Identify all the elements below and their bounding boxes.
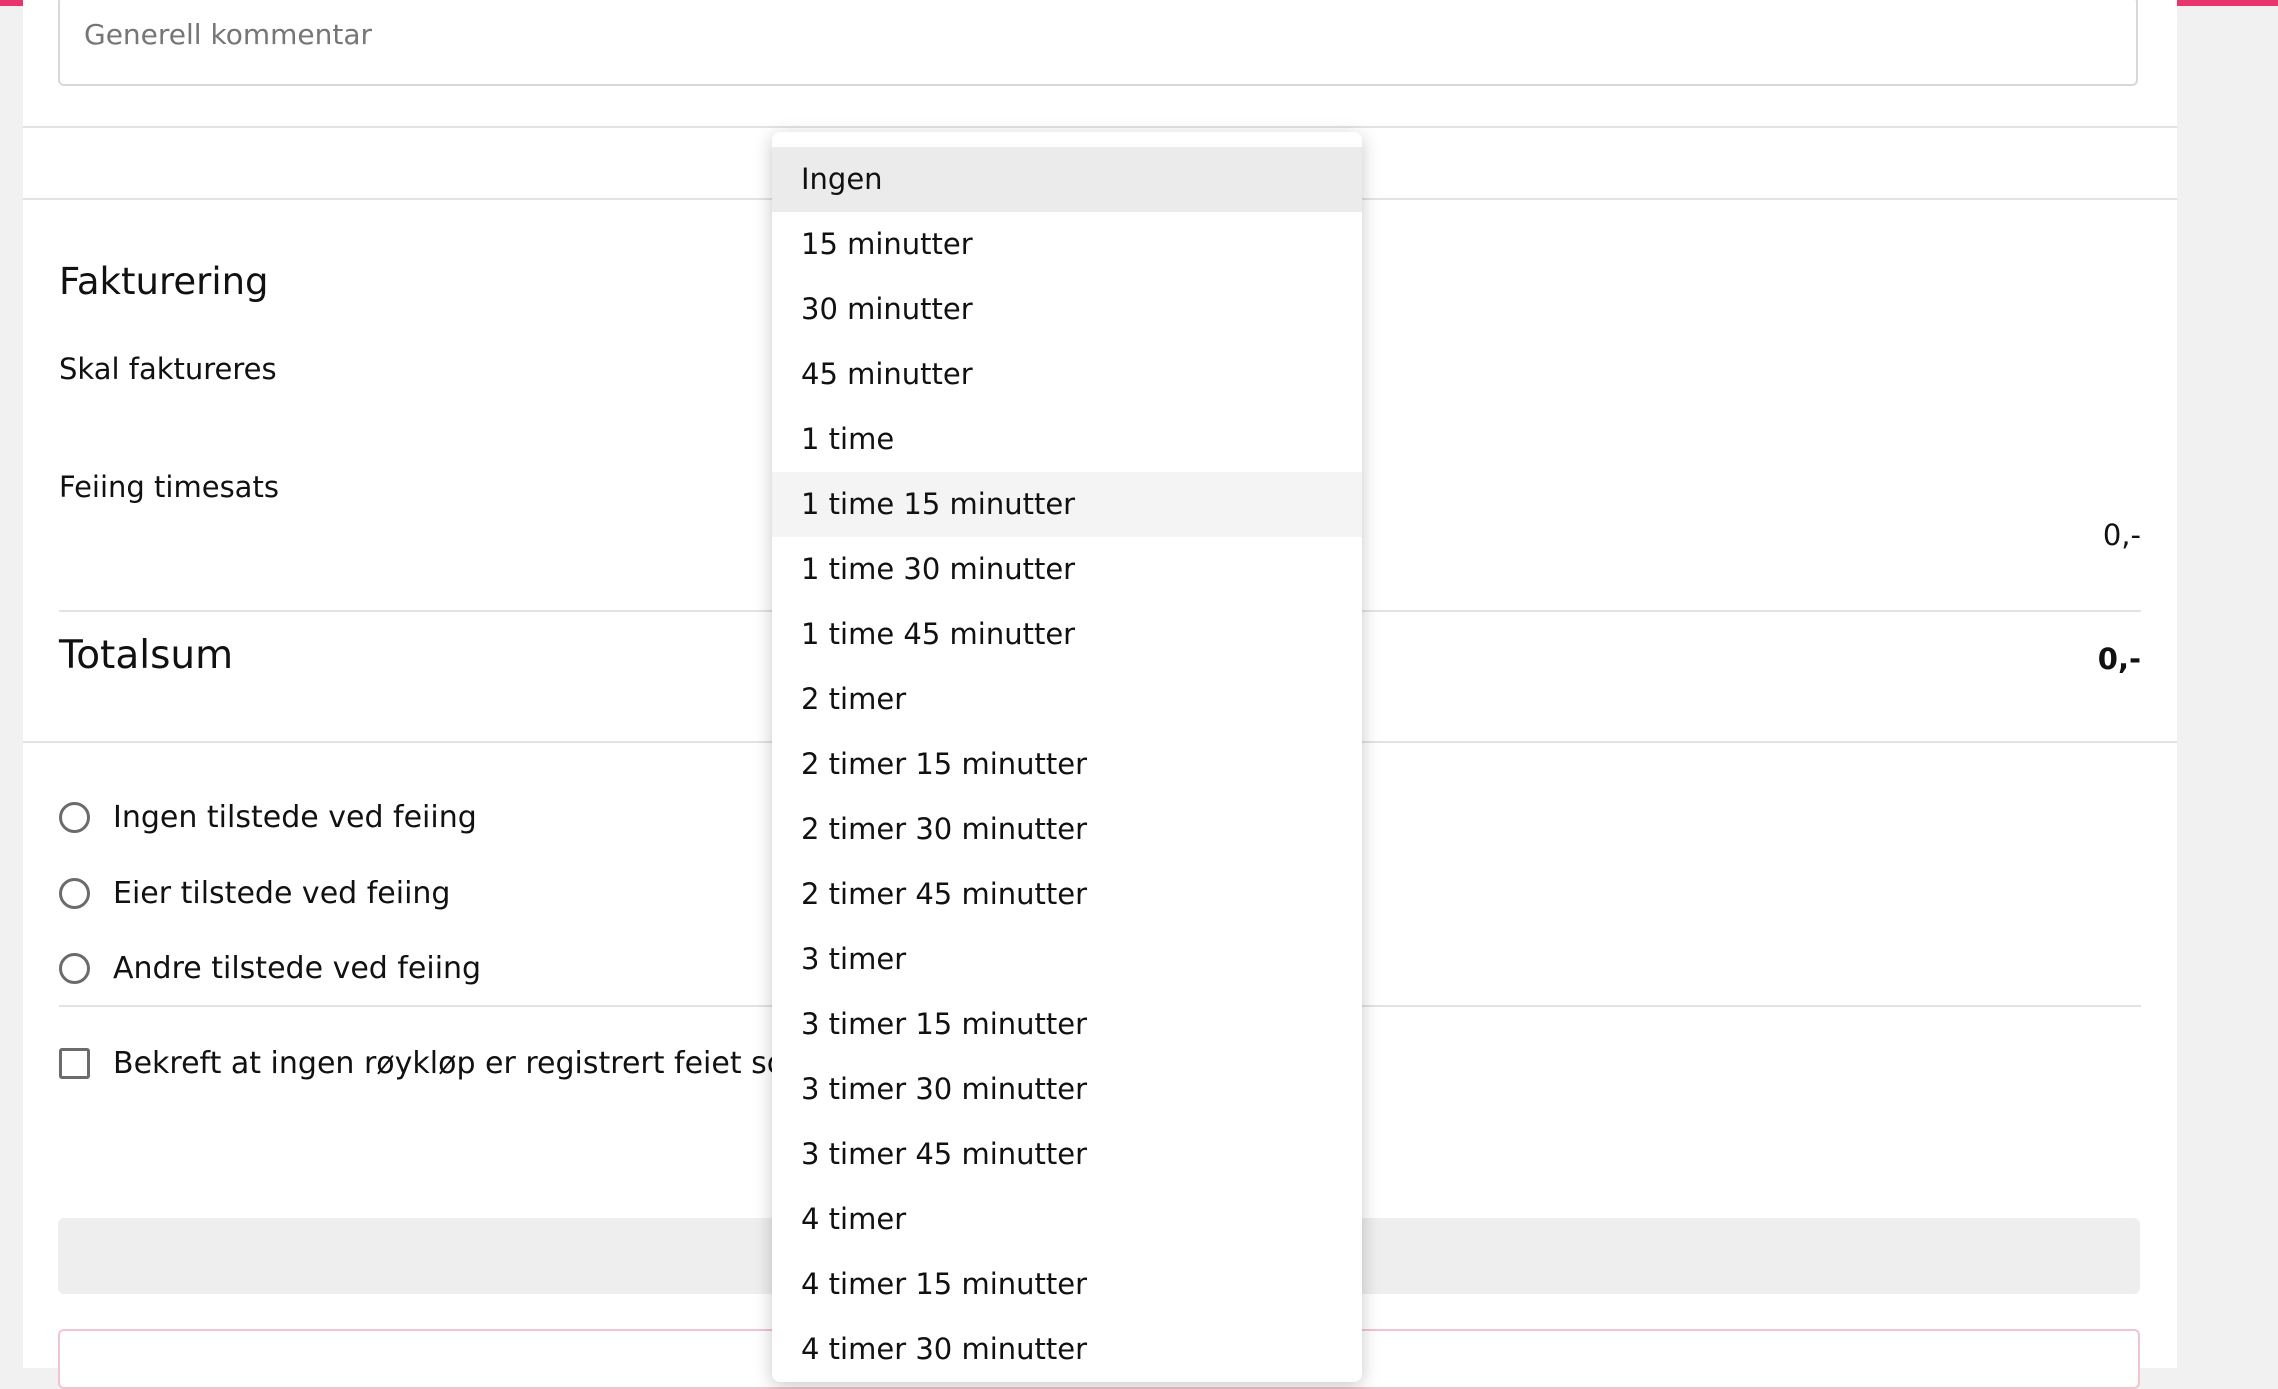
dropdown-option[interactable]: 1 time (772, 407, 1362, 472)
confirm-checkbox-row[interactable]: Bekreft at ingen røykløp er registrert f… (59, 1046, 855, 1081)
confirm-checkbox[interactable] (59, 1048, 90, 1079)
dropdown-option[interactable]: 15 minutter (772, 212, 1362, 277)
dropdown-option[interactable]: 30 minutter (772, 277, 1362, 342)
total-label: Totalsum (59, 633, 234, 678)
general-comment-input[interactable]: Generell kommentar (58, 0, 2138, 86)
dropdown-option[interactable]: 2 timer (772, 667, 1362, 732)
hourly-rate-label: Feiing timesats (59, 470, 279, 504)
dropdown-option[interactable]: 1 time 30 minutter (772, 537, 1362, 602)
billing-section-title: Fakturering (59, 260, 269, 303)
dropdown-option[interactable]: 3 timer (772, 927, 1362, 992)
dropdown-option[interactable]: 4 timer (772, 1187, 1362, 1252)
dropdown-option[interactable]: 45 minutter (772, 342, 1362, 407)
radio-option-owner-present[interactable]: Eier tilstede ved feiing (59, 876, 450, 911)
dropdown-option[interactable]: 2 timer 45 minutter (772, 862, 1362, 927)
general-comment-placeholder: Generell kommentar (84, 18, 372, 51)
hourly-rate-amount: 0,- (2102, 518, 2141, 552)
dropdown-option[interactable]: 3 timer 15 minutter (772, 992, 1362, 1057)
radio-option-others-present[interactable]: Andre tilstede ved feiing (59, 951, 481, 986)
should-invoice-label: Skal faktureres (59, 352, 277, 386)
dropdown-option[interactable]: 3 timer 45 minutter (772, 1122, 1362, 1187)
dropdown-option[interactable]: Ingen (772, 147, 1362, 212)
radio-label: Ingen tilstede ved feiing (113, 800, 477, 835)
radio-button[interactable] (59, 878, 90, 909)
radio-button[interactable] (59, 953, 90, 984)
dropdown-option[interactable]: 3 timer 30 minutter (772, 1057, 1362, 1122)
dropdown-option[interactable]: 2 timer 15 minutter (772, 732, 1362, 797)
dropdown-option[interactable]: 4 timer 30 minutter (772, 1317, 1362, 1382)
radio-option-none-present[interactable]: Ingen tilstede ved feiing (59, 800, 477, 835)
total-amount: 0,- (2097, 642, 2141, 676)
radio-label: Eier tilstede ved feiing (113, 876, 451, 911)
dropdown-option[interactable]: 1 time 45 minutter (772, 602, 1362, 667)
dropdown-option[interactable]: 1 time 15 minutter (772, 472, 1362, 537)
dropdown-option[interactable]: 2 timer 30 minutter (772, 797, 1362, 862)
duration-dropdown-menu[interactable]: Ingen 15 minutter 30 minutter 45 minutter 1 … (772, 132, 1362, 1382)
dropdown-option[interactable]: 4 timer 15 minutter (772, 1252, 1362, 1317)
duration-options-list: Ingen 15 minutter 30 minutter 45 minutter 1 … (772, 147, 1362, 1382)
confirm-label: Bekreft at ingen røykløp er registrert f… (113, 1046, 855, 1081)
radio-label: Andre tilstede ved feiing (113, 951, 482, 986)
radio-button[interactable] (59, 802, 90, 833)
divider (23, 126, 2177, 128)
